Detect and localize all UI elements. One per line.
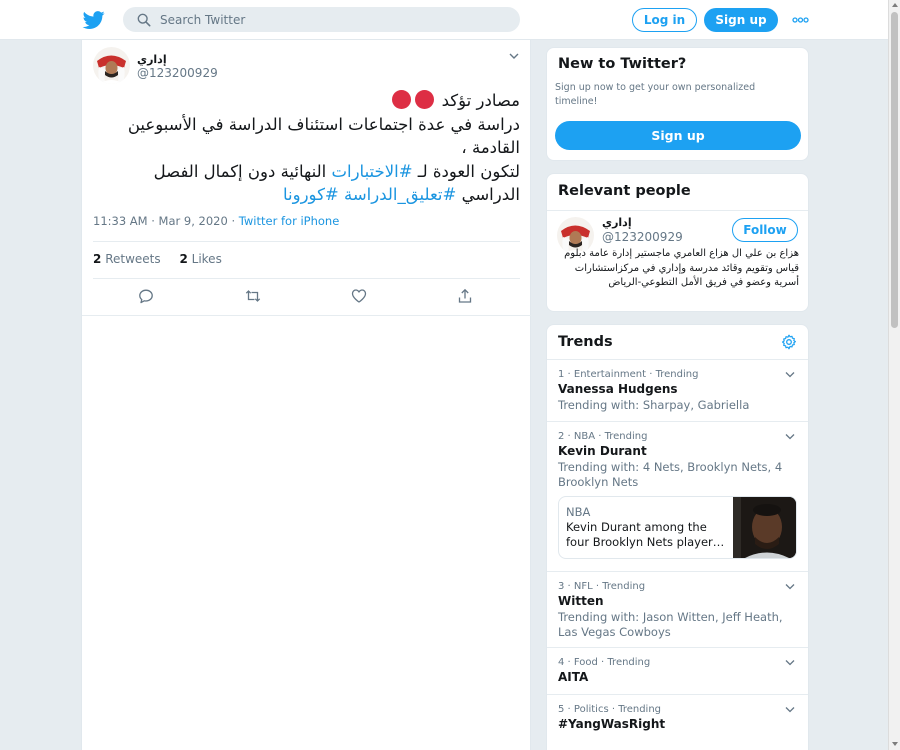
divider: [82, 315, 531, 316]
trend-meta: 2 · NBA · Trending: [558, 431, 648, 442]
retweet-icon[interactable]: [245, 288, 261, 304]
trend-meta: 5 · Politics · Trending: [558, 704, 662, 715]
gear-icon[interactable]: [781, 334, 797, 350]
news-thumbnail-image: [733, 497, 796, 558]
likes-label: Likes: [191, 252, 222, 266]
author-handle[interactable]: @123200929: [137, 66, 218, 80]
more-dots-icon[interactable]: [792, 13, 809, 27]
likes-stat[interactable]: 2 Likes: [179, 252, 221, 266]
person-name[interactable]: إداري: [602, 216, 632, 229]
search-bar[interactable]: [123, 7, 520, 32]
follow-button[interactable]: Follow: [732, 218, 798, 242]
person-bio: هزاع بن علي ال هزاع العامري ماجستير إدار…: [564, 248, 799, 288]
trend-meta: 4 · Food · Trending: [558, 657, 651, 668]
chevron-down-icon[interactable]: [785, 583, 795, 590]
chevron-down-icon[interactable]: [785, 706, 795, 713]
trend-name: Kevin Durant: [558, 444, 647, 458]
scroll-down-arrow-icon[interactable]: [892, 742, 898, 746]
relevant-people-card: Relevant people إداري @123200929 Follow …: [546, 173, 809, 312]
trend-context: Trending with: 4 Nets, Brooklyn Nets, 4 …: [558, 460, 783, 489]
tweet-source-link[interactable]: Twitter for iPhone: [239, 214, 340, 228]
trend-item[interactable]: 1 · Entertainment · Trending Vanessa Hud…: [547, 359, 808, 421]
author-name[interactable]: إداري: [137, 53, 167, 66]
chevron-down-icon[interactable]: [785, 433, 795, 440]
search-input[interactable]: [160, 10, 500, 29]
signup-button[interactable]: Sign up: [555, 121, 801, 150]
trend-item[interactable]: 4 · Food · Trending AITA: [547, 647, 808, 694]
retweets-stat[interactable]: 2 Retweets: [93, 252, 161, 266]
tweet-detail-panel: إداري @123200929 مصادر تؤكد دراسة في عدة…: [81, 40, 531, 750]
search-icon: [137, 13, 151, 27]
trends-card: Trends 1 · Entertainment · Trending Vane…: [546, 324, 809, 750]
red-circle-emoji-icon: [392, 90, 412, 109]
hashtag-link[interactable]: #الاختبارات: [331, 162, 412, 181]
new-to-twitter-card: New to Twitter? Sign up now to get your …: [546, 47, 809, 161]
trend-name: Witten: [558, 594, 604, 608]
divider: [93, 241, 520, 242]
heart-icon[interactable]: [351, 288, 367, 304]
likes-count: 2: [179, 252, 188, 266]
tweet-text-line3-prefix: لتكون العودة لـ: [412, 161, 520, 181]
trend-name: #YangWasRight: [558, 717, 666, 731]
trend-item[interactable]: 2 · NBA · Trending Kevin Durant Trending…: [547, 421, 808, 571]
top-navigation-bar: Log in Sign up: [0, 0, 888, 40]
trend-meta: 1 · Entertainment · Trending: [558, 369, 699, 380]
scrollbar-thumb[interactable]: [891, 12, 898, 328]
chevron-down-icon[interactable]: [785, 659, 795, 666]
divider: [93, 278, 520, 279]
twitter-bird-icon[interactable]: [82, 9, 106, 31]
reply-icon[interactable]: [138, 288, 154, 304]
person-handle[interactable]: @123200929: [602, 230, 683, 244]
red-circle-emoji-icon: [415, 90, 435, 109]
page-scrollbar[interactable]: [888, 0, 900, 750]
chevron-down-icon[interactable]: [509, 52, 519, 60]
tweet-header: إداري @123200929: [93, 47, 523, 87]
card-title: Trends: [558, 334, 613, 350]
tweet-stats: 2 Retweets 2 Likes: [93, 252, 237, 266]
retweets-label: Retweets: [105, 252, 161, 266]
card-description: Sign up now to get your own personalized…: [555, 82, 756, 107]
trend-meta: 3 · NFL · Trending: [558, 581, 646, 592]
share-icon[interactable]: [457, 288, 473, 304]
news-source: NBA: [566, 505, 591, 519]
trend-context: Trending with: Sharpay, Gabriella: [558, 398, 750, 412]
hashtag-link[interactable]: #كورونا: [283, 185, 339, 204]
avatar[interactable]: [93, 47, 130, 84]
signup-button[interactable]: Sign up: [704, 8, 778, 32]
trend-name: AITA: [558, 670, 589, 684]
tweet-text: مصادر تؤكد دراسة في عدة اجتماعات استئناف…: [93, 89, 520, 207]
login-button[interactable]: Log in: [632, 8, 697, 32]
trend-context: Trending with: Jason Witten, Jeff Heath,…: [558, 610, 783, 639]
news-headline: Kevin Durant among the four Brooklyn Net…: [566, 520, 725, 549]
scroll-up-arrow-icon[interactable]: [892, 3, 898, 7]
tweet-timestamp: 11:33 AM · Mar 9, 2020 · Twitter for iPh…: [93, 214, 339, 228]
divider: [547, 210, 808, 211]
tweet-text-line2: دراسة في عدة اجتماعات استئناف الدراسة في…: [127, 114, 520, 158]
retweets-count: 2: [93, 252, 102, 266]
card-title: New to Twitter?: [558, 56, 687, 72]
tweet-actions: [82, 288, 531, 306]
chevron-down-icon[interactable]: [785, 371, 795, 378]
trend-name: Vanessa Hudgens: [558, 382, 678, 396]
hashtag-link[interactable]: #تعليق_الدراسة: [344, 185, 456, 204]
trend-item[interactable]: 5 · Politics · Trending #YangWasRight: [547, 694, 808, 744]
trend-item[interactable]: 3 · NFL · Trending Witten Trending with:…: [547, 571, 808, 647]
person-photo-icon: [93, 47, 130, 84]
news-card[interactable]: NBA Kevin Durant among the four Brooklyn…: [558, 496, 797, 559]
timestamp-text: 11:33 AM · Mar 9, 2020 ·: [93, 214, 236, 228]
card-title: Relevant people: [558, 183, 691, 199]
tweet-text-line1: مصادر تؤكد: [441, 91, 520, 110]
